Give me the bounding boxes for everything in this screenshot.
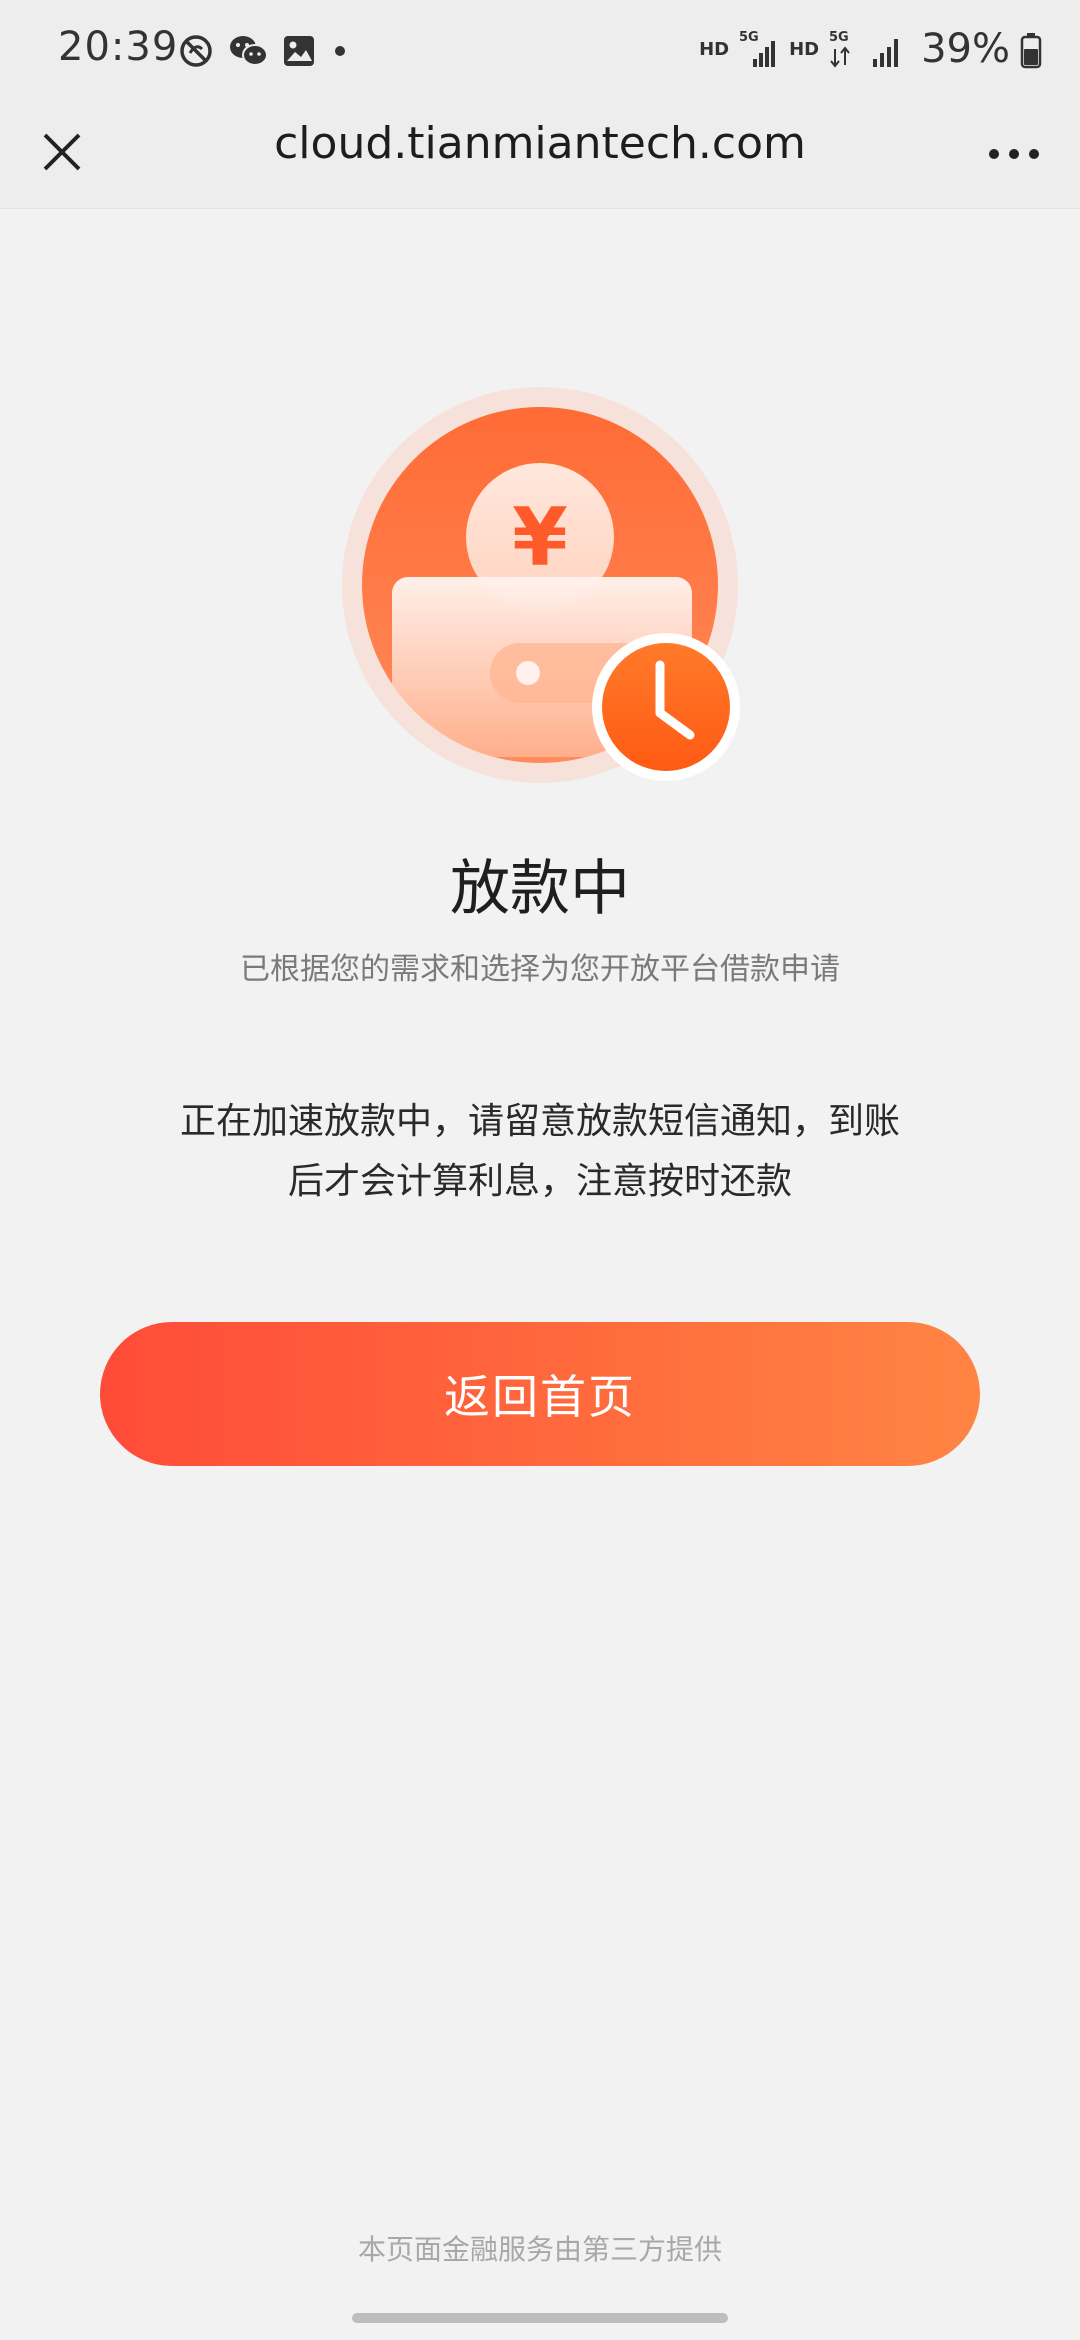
- currency-symbol: ¥: [512, 491, 568, 584]
- page-title: 放款中: [450, 854, 630, 924]
- status-message-line-1: 正在加速放款中，请留意放款短信通知，到账: [179, 1101, 900, 1142]
- signal-5g-icon-1: 5G: [739, 29, 779, 69]
- status-message: 正在加速放款中，请留意放款短信通知，到账 后才会计算利息，注意按时还款: [140, 1092, 940, 1212]
- back-to-home-button[interactable]: 返回首页: [100, 1322, 980, 1466]
- more-dot: [1029, 149, 1039, 159]
- battery-percent: 39%: [921, 26, 1010, 72]
- gallery-icon: [282, 34, 316, 68]
- browser-nav-bar: cloud.tianmiantech.com: [0, 100, 1080, 209]
- notification-icons: [178, 33, 350, 69]
- svg-text:5G: 5G: [829, 30, 849, 45]
- more-menu-button[interactable]: [974, 122, 1054, 186]
- signal-bars-icon: [869, 29, 905, 69]
- status-bar: 20:39 HD 5G HD 5G 39%: [0, 0, 1080, 100]
- more-dot: [1009, 149, 1019, 159]
- third-party-disclaimer: 本页面金融服务由第三方提供: [357, 2233, 722, 2266]
- battery-icon: [1020, 29, 1042, 69]
- status-time: 20:39: [58, 24, 179, 70]
- hd-label-2: HD: [789, 38, 820, 60]
- wechat-icon: [228, 33, 268, 69]
- system-icons: HD 5G HD 5G 39%: [699, 26, 1042, 72]
- gesture-home-indicator[interactable]: [352, 2313, 728, 2323]
- page-subtitle: 已根据您的需求和选择为您开放平台借款申请: [240, 952, 840, 987]
- hd-label-1: HD: [699, 38, 730, 60]
- loan-pending-illustration: ¥: [340, 385, 740, 785]
- status-message-line-2: 后才会计算利息，注意按时还款: [287, 1161, 792, 1202]
- page-url-title: cloud.tianmiantech.com: [274, 118, 806, 169]
- signal-5g-icon-2: 5G: [829, 29, 859, 69]
- svg-text:5G: 5G: [739, 30, 759, 45]
- more-dots-icon: [989, 149, 999, 159]
- dot-icon: [330, 41, 350, 61]
- no-tracking-icon: [178, 33, 214, 69]
